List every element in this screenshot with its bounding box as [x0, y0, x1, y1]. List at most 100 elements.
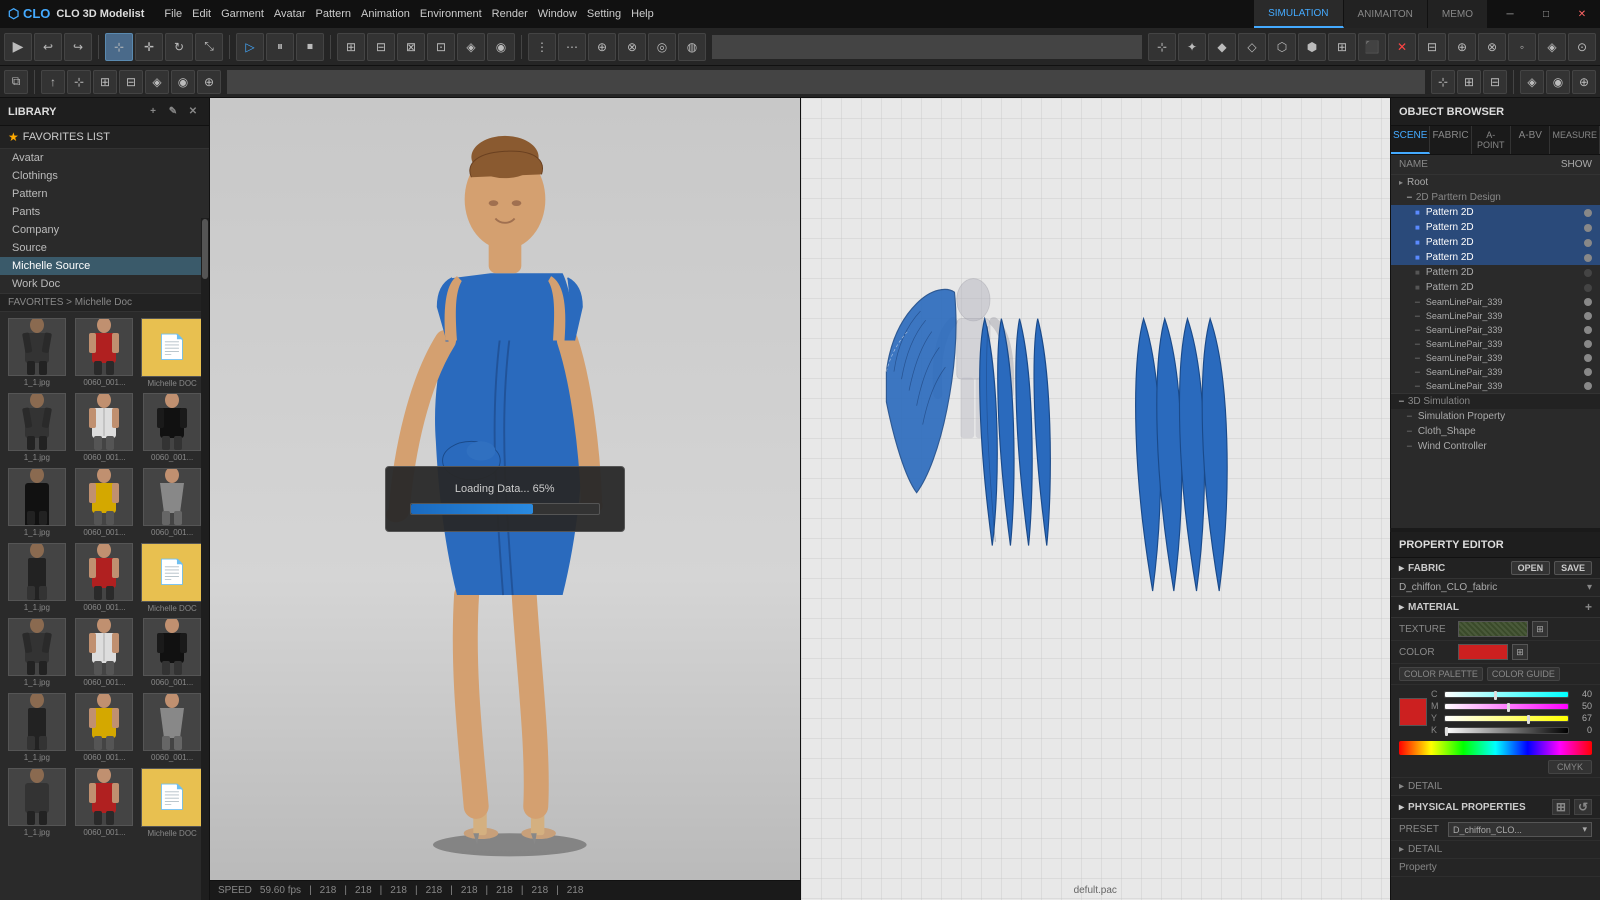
- sidebar-item-clothings[interactable]: Clothings: [0, 167, 209, 185]
- tree-wind-controller[interactable]: ━ Wind Controller: [1391, 439, 1600, 454]
- toolbar-btn-r2[interactable]: ✦: [1178, 33, 1206, 61]
- tree-pattern-2d-2[interactable]: ■ Pattern 2D: [1391, 220, 1600, 235]
- sidebar-item-work-doc[interactable]: Work Doc: [0, 275, 209, 293]
- thumb-item-3[interactable]: 1_1.jpg: [4, 391, 70, 464]
- phys-detail-section[interactable]: ▸ DETAIL: [1391, 841, 1600, 859]
- toolbar2-btn-2[interactable]: ↑: [41, 70, 65, 94]
- cmyk-button[interactable]: CMYK: [1548, 760, 1592, 774]
- thumb-item-16[interactable]: 0060_001...: [72, 691, 138, 764]
- tree-pattern-2d-3[interactable]: ■ Pattern 2D: [1391, 235, 1600, 250]
- m-slider[interactable]: [1444, 703, 1569, 710]
- tree-cloth-shape[interactable]: ━ Cloth_Shape: [1391, 424, 1600, 439]
- thumb-item-17[interactable]: 0060_001...: [139, 691, 205, 764]
- toolbar-btn-a[interactable]: ⊞: [337, 33, 365, 61]
- toolbar-btn-r15[interactable]: ⊙: [1568, 33, 1596, 61]
- tab-fabric[interactable]: FABRIC: [1430, 126, 1471, 154]
- thumb-item-5[interactable]: 0060_001...: [139, 391, 205, 464]
- tab-scene[interactable]: SCENE: [1391, 126, 1430, 154]
- thumb-item-13[interactable]: 0060_001...: [72, 616, 138, 689]
- thumb-item-14[interactable]: 0060_001...: [139, 616, 205, 689]
- texture-expand-button[interactable]: ⊞: [1532, 621, 1548, 637]
- toolbar-btn-r13[interactable]: ◦: [1508, 33, 1536, 61]
- tree-seam-4[interactable]: ━ SeamLinePair_339: [1391, 337, 1600, 351]
- maximize-button[interactable]: □: [1528, 0, 1564, 28]
- menu-window[interactable]: Window: [534, 6, 581, 22]
- thumb-item-0[interactable]: 1_1.jpg: [4, 316, 70, 389]
- menu-environment[interactable]: Environment: [416, 6, 486, 22]
- toolbar-btn-k[interactable]: ◎: [648, 33, 676, 61]
- toolbar-btn-r4[interactable]: ◇: [1238, 33, 1266, 61]
- fabric-open-button[interactable]: OPEN: [1511, 561, 1551, 575]
- toolbar-btn-f[interactable]: ◉: [487, 33, 515, 61]
- toolbar-btn-r3[interactable]: ◆: [1208, 33, 1236, 61]
- toolbar-btn-1[interactable]: ▶: [4, 33, 32, 61]
- toolbar-btn-rotate[interactable]: ↻: [165, 33, 193, 61]
- tab-animation[interactable]: ANIMAITON: [1344, 0, 1428, 28]
- toolbar-btn-undo[interactable]: ↩: [34, 33, 62, 61]
- toolbar-btn-r8[interactable]: ⬛: [1358, 33, 1386, 61]
- tree-sim-property[interactable]: ━ Simulation Property: [1391, 409, 1600, 424]
- thumb-item-2[interactable]: 📄 Michelle DOC: [139, 316, 205, 389]
- y-slider[interactable]: [1444, 715, 1569, 722]
- toolbar-btn-b[interactable]: ⊟: [367, 33, 395, 61]
- phys-copy-button[interactable]: ⊞: [1552, 799, 1570, 815]
- show-button[interactable]: SHOW: [1561, 159, 1592, 170]
- sidebar-item-source[interactable]: Source: [0, 239, 209, 257]
- thumb-item-19[interactable]: 0060_001...: [72, 766, 138, 839]
- toolbar-btn-r6[interactable]: ⬢: [1298, 33, 1326, 61]
- toolbar-btn-r5[interactable]: ⬡: [1268, 33, 1296, 61]
- thumb-item-1[interactable]: 0060_001...: [72, 316, 138, 389]
- toolbar-btn-r9[interactable]: ✕: [1388, 33, 1416, 61]
- thumb-item-18[interactable]: 1_1.jpg: [4, 766, 70, 839]
- close-button[interactable]: ✕: [1564, 0, 1600, 28]
- thumb-item-20[interactable]: 📄 Michelle DOC: [139, 766, 205, 839]
- sidebar-item-avatar[interactable]: Avatar: [0, 149, 209, 167]
- tree-root[interactable]: ▸ Root: [1391, 175, 1600, 190]
- menu-setting[interactable]: Setting: [583, 6, 625, 22]
- toolbar-btn-move[interactable]: ✛: [135, 33, 163, 61]
- toolbar-btn-select[interactable]: ⊹: [105, 33, 133, 61]
- toolbar-btn-r7[interactable]: ⊞: [1328, 33, 1356, 61]
- menu-pattern[interactable]: Pattern: [312, 6, 355, 22]
- tab-memo[interactable]: MEMO: [1428, 0, 1488, 28]
- toolbar2-btn-2d-6[interactable]: ⊕: [1572, 70, 1596, 94]
- tab-simulation[interactable]: SIMULATION: [1254, 0, 1343, 28]
- k-slider[interactable]: [1444, 727, 1569, 734]
- color-expand-button[interactable]: ⊞: [1512, 644, 1528, 660]
- thumb-item-9[interactable]: 1_1.jpg: [4, 541, 70, 614]
- tab-measure[interactable]: MEASURE: [1550, 126, 1600, 154]
- tree-pattern-2d-5[interactable]: ■ Pattern 2D: [1391, 265, 1600, 280]
- toolbar-btn-r11[interactable]: ⊕: [1448, 33, 1476, 61]
- tree-pattern-2d-4[interactable]: ■ Pattern 2D: [1391, 250, 1600, 265]
- toolbar2-btn-2d-4[interactable]: ◈: [1520, 70, 1544, 94]
- toolbar-btn-r12[interactable]: ⊗: [1478, 33, 1506, 61]
- scrollbar-thumb[interactable]: [202, 219, 208, 279]
- lib-icon-add[interactable]: +: [145, 104, 161, 120]
- thumb-item-10[interactable]: 0060_001...: [72, 541, 138, 614]
- menu-animation[interactable]: Animation: [357, 6, 414, 22]
- sidebar-item-michelle-source[interactable]: Michelle Source: [0, 257, 209, 275]
- menu-help[interactable]: Help: [627, 6, 658, 22]
- toolbar-btn-pause[interactable]: ⏸: [266, 33, 294, 61]
- toolbar-btn-e[interactable]: ◈: [457, 33, 485, 61]
- thumb-item-8[interactable]: 0060_001...: [139, 466, 205, 539]
- sidebar-item-pants[interactable]: Pants: [0, 203, 209, 221]
- toolbar-btn-j[interactable]: ⊗: [618, 33, 646, 61]
- detail-section[interactable]: ▸ DETAIL: [1391, 778, 1600, 796]
- phys-reset-button[interactable]: ↺: [1574, 799, 1592, 815]
- toolbar-btn-redo[interactable]: ↪: [64, 33, 92, 61]
- favorites-row[interactable]: ★ FAVORITES LIST: [0, 126, 209, 149]
- toolbar-btn-i[interactable]: ⊕: [588, 33, 616, 61]
- tab-apoint[interactable]: A-POINT: [1472, 126, 1511, 154]
- toolbar-btn-stop[interactable]: ⏹: [296, 33, 324, 61]
- thumb-item-4[interactable]: 0060_001...: [72, 391, 138, 464]
- menu-garment[interactable]: Garment: [217, 6, 268, 22]
- c-slider[interactable]: [1444, 691, 1569, 698]
- toolbar2-btn-7[interactable]: ◉: [171, 70, 195, 94]
- toolbar-btn-g[interactable]: ⋮: [528, 33, 556, 61]
- lib-icon-close[interactable]: ✕: [185, 104, 201, 120]
- thumb-item-7[interactable]: 0060_001...: [72, 466, 138, 539]
- tree-seam-1[interactable]: ━ SeamLinePair_339: [1391, 295, 1600, 309]
- toolbar-btn-scale[interactable]: ⤡: [195, 33, 223, 61]
- color-swatch-large[interactable]: [1399, 698, 1427, 726]
